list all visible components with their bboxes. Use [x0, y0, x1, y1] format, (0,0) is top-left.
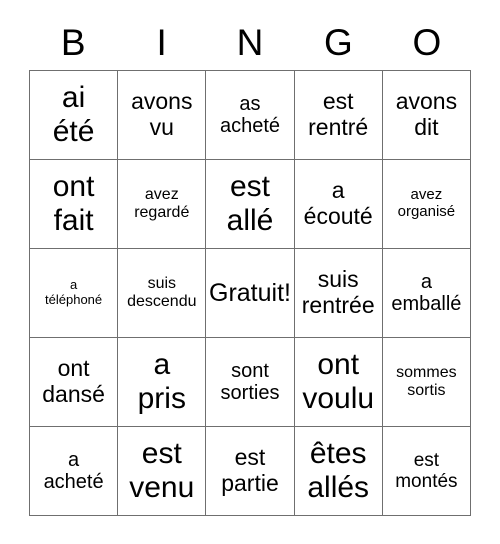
bingo-cell-text: suis descendu: [127, 275, 197, 310]
bingo-cell[interactable]: ai été: [30, 71, 119, 160]
bingo-cell-text: êtes allés: [307, 437, 370, 504]
bingo-header-letter-o: O: [412, 21, 442, 63]
bingo-header-row: B I N G O: [29, 14, 471, 70]
bingo-cell-text: a écouté: [303, 177, 373, 229]
bingo-free-space-text: Gratuit!: [209, 279, 291, 307]
bingo-cell-text: est rentré: [308, 88, 369, 140]
bingo-cell-text: sommes sortis: [396, 364, 457, 399]
bingo-cell-text: avez organisé: [397, 186, 456, 220]
bingo-cell-text: ont voulu: [302, 348, 375, 415]
bingo-cell-text: avons dit: [395, 88, 458, 140]
bingo-cell-text: a emballé: [391, 270, 462, 315]
bingo-cell-text: est venu: [129, 437, 195, 504]
bingo-cell[interactable]: avez regardé: [118, 160, 207, 249]
bingo-cell-text: est partie: [221, 444, 279, 496]
bingo-free-space-cell[interactable]: Gratuit!: [206, 249, 295, 338]
bingo-cell-text: avez regardé: [134, 186, 190, 221]
bingo-cell[interactable]: est partie: [206, 427, 295, 516]
bingo-header-letter-g: G: [324, 21, 353, 63]
bingo-cell-text: est allé: [226, 170, 274, 237]
bingo-cell[interactable]: sommes sortis: [382, 338, 471, 427]
bingo-cell-text: sont sorties: [220, 359, 280, 404]
bingo-cell[interactable]: a pris: [118, 338, 207, 427]
bingo-cell[interactable]: avons vu: [118, 71, 207, 160]
bingo-cell[interactable]: êtes allés: [294, 427, 383, 516]
bingo-cell[interactable]: ont dansé: [30, 338, 119, 427]
bingo-cell[interactable]: a emballé: [382, 249, 471, 338]
bingo-cell-text: as acheté: [219, 92, 281, 137]
bingo-cell[interactable]: avez organisé: [382, 160, 471, 249]
bingo-cell-text: est montés: [395, 449, 458, 492]
bingo-cell[interactable]: est allé: [206, 160, 295, 249]
bingo-cell-text: a acheté: [43, 448, 104, 493]
bingo-grid: ai été avons vu as acheté est rentré avo…: [29, 70, 471, 516]
bingo-cell-text: suis rentrée: [301, 266, 375, 318]
bingo-cell[interactable]: est rentré: [294, 71, 383, 160]
bingo-cell-text: avons vu: [131, 88, 193, 140]
bingo-cell[interactable]: a écouté: [294, 160, 383, 249]
bingo-card: B I N G O ai été avons vu as acheté est …: [0, 0, 500, 544]
bingo-cell[interactable]: est venu: [118, 427, 207, 516]
bingo-cell-text: a téléphoné: [45, 277, 103, 307]
bingo-cell-text: a pris: [137, 348, 186, 415]
bingo-cell[interactable]: ont voulu: [294, 338, 383, 427]
bingo-cell[interactable]: a acheté: [30, 427, 119, 516]
bingo-cell[interactable]: est montés: [382, 427, 471, 516]
bingo-cell[interactable]: suis descendu: [118, 249, 207, 338]
bingo-cell-text: ai été: [52, 81, 95, 148]
bingo-cell[interactable]: avons dit: [382, 71, 471, 160]
bingo-cell-text: ont dansé: [42, 355, 105, 407]
bingo-cell[interactable]: sont sorties: [206, 338, 295, 427]
bingo-cell[interactable]: as acheté: [206, 71, 295, 160]
bingo-cell[interactable]: suis rentrée: [294, 249, 383, 338]
bingo-header-letter-i: I: [156, 21, 167, 63]
bingo-cell-text: ont fait: [52, 170, 95, 237]
bingo-cell[interactable]: a téléphoné: [30, 249, 119, 338]
bingo-header-letter-b: B: [60, 21, 86, 63]
bingo-cell[interactable]: ont fait: [30, 160, 119, 249]
bingo-header-letter-n: N: [236, 21, 264, 63]
